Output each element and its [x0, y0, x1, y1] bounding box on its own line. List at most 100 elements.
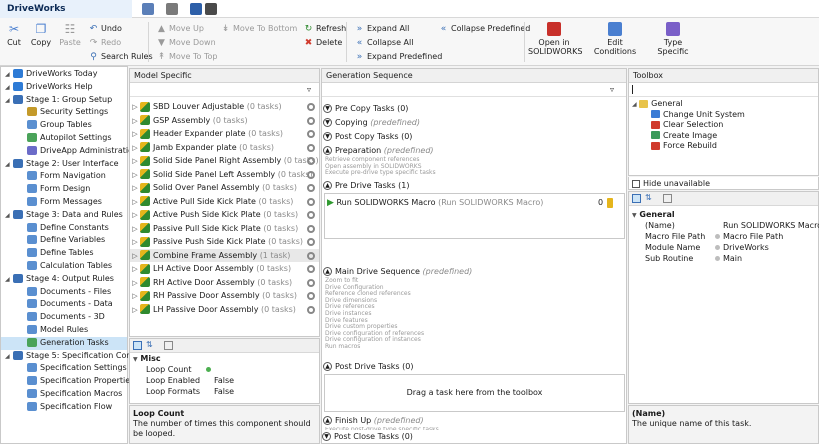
nav-item[interactable]: Define Variables [1, 234, 127, 247]
component-row[interactable]: ▷ SBD Louver Adjustable (0 tasks) [130, 100, 319, 114]
expand-icon[interactable]: ▷ [130, 196, 140, 210]
component-row[interactable]: ▷ Header Expander plate (0 tasks) [130, 127, 319, 141]
collapse-icon[interactable]: ▼ [323, 104, 332, 113]
delete-button[interactable]: ✖ Delete [303, 36, 343, 49]
pre-copy-tasks[interactable]: ▼ Pre Copy Tasks (0) [323, 102, 408, 115]
property-row[interactable]: Macro File Path Macro File Path [629, 231, 818, 242]
hide-unavailable-row[interactable]: Hide unavailable [628, 177, 819, 190]
nav-item[interactable]: Calculation Tables [1, 260, 127, 273]
gear-icon[interactable] [307, 116, 315, 125]
post-close-tasks[interactable]: ▼ Post Close Tasks (0) [322, 430, 626, 443]
expand-icon[interactable]: ▲ [323, 362, 332, 371]
toolbox-item[interactable]: Create Image [651, 131, 818, 142]
gear-icon[interactable] [307, 184, 315, 192]
collapse-icon[interactable]: ◢ [5, 82, 13, 95]
collapse-icon[interactable]: ◢ [5, 210, 13, 223]
toolbox-item[interactable]: Clear Selection [651, 120, 818, 131]
paste-button[interactable]: ☷ Paste [57, 22, 83, 64]
property-row[interactable]: (Name) Run SOLIDWORKS Macro [629, 220, 819, 231]
layout-icon[interactable] [142, 3, 154, 15]
collapse-icon[interactable]: ▼ [323, 132, 332, 141]
move-to-bottom-button[interactable]: ↡ Move To Bottom [220, 22, 298, 35]
expand-icon[interactable]: ▷ [130, 209, 140, 223]
collapse-icon[interactable]: ◢ [632, 101, 637, 108]
nav-item[interactable]: Documents - Files [1, 286, 127, 299]
redo-button[interactable]: ↷ Redo [88, 36, 121, 49]
move-up-button[interactable]: ▲ Move Up [156, 22, 204, 35]
post-drive-drop-zone[interactable]: Drag a task here from the toolbox [324, 374, 625, 412]
nav-item[interactable]: Security Settings [1, 106, 127, 119]
component-row[interactable]: ▷ Combine Frame Assembly (1 task) [130, 248, 319, 264]
toolbox-item[interactable]: Change Unit System [651, 110, 818, 121]
collapse-all-button[interactable]: « Collapse All [354, 36, 414, 49]
nav-item[interactable]: ◢ Stage 5: Specification Control [1, 350, 145, 364]
nav-item[interactable]: Documents - Data [1, 298, 127, 311]
undo-button[interactable]: ↶ Undo [88, 22, 122, 35]
expand-all-button[interactable]: » Expand All [354, 22, 410, 35]
nav-item[interactable]: Specification Flow [1, 401, 127, 414]
nav-item[interactable]: Model Rules [1, 324, 127, 337]
gear-icon[interactable] [307, 251, 315, 260]
expand-icon[interactable]: ▷ [130, 250, 140, 264]
gear-icon[interactable] [307, 278, 315, 287]
component-row[interactable]: ▷ Passive Push Side Kick Plate (0 tasks) [130, 235, 319, 249]
alphabetical-icon[interactable]: ⇅ [645, 193, 652, 202]
toolbox-item[interactable]: Force Rebuild [651, 141, 818, 152]
expand-icon[interactable]: ▷ [130, 263, 140, 277]
nav-item[interactable]: ◢ Stage 3: Data and Rules [1, 209, 127, 222]
nav-item[interactable]: Specification Macros [1, 388, 127, 401]
nav-item[interactable]: Define Tables [1, 247, 127, 260]
expand-icon[interactable]: ▲ [323, 146, 332, 155]
nav-item[interactable]: DriveApp Administration [1, 145, 138, 158]
gear-icon[interactable] [307, 157, 315, 165]
move-down-button[interactable]: ▼ Move Down [156, 36, 216, 49]
expand-icon[interactable]: ▷ [130, 290, 140, 304]
categorized-icon[interactable] [133, 341, 142, 350]
collapse-icon[interactable]: ◢ [5, 69, 13, 82]
property-row[interactable]: Module Name DriveWorks [629, 242, 818, 253]
collapse-icon[interactable]: ▼ [322, 432, 331, 441]
expand-icon[interactable]: ▷ [130, 223, 140, 237]
cut-button[interactable]: ✂ Cut [3, 22, 25, 64]
component-row[interactable]: ▷ Solid Side Panel Left Assembly (0 tasks… [130, 168, 319, 182]
nav-item[interactable]: Specification Settings [1, 362, 127, 375]
collapse-icon[interactable]: ▼ [632, 212, 637, 219]
component-row[interactable]: ▷ LH Passive Door Assembly (0 tasks) [130, 303, 319, 317]
move-to-top-button[interactable]: ↟ Move To Top [156, 50, 218, 63]
expand-icon[interactable]: ▲ [323, 267, 332, 276]
collapse-icon[interactable]: ▼ [323, 118, 332, 127]
gear-icon[interactable] [307, 265, 315, 273]
alphabetical-icon[interactable]: ⇅ [146, 340, 153, 349]
expand-icon[interactable]: ▷ [130, 128, 140, 142]
component-row[interactable]: ▷ Jamb Expander plate (0 tasks) [130, 141, 319, 155]
nav-item[interactable]: Form Messages [1, 196, 127, 209]
expand-icon[interactable]: ▷ [130, 277, 140, 291]
post-drive-tasks[interactable]: ▲ Post Drive Tasks (0) [323, 360, 413, 373]
gear-icon[interactable] [307, 305, 315, 314]
expand-icon[interactable]: ▲ [323, 181, 332, 190]
expand-icon[interactable]: ▲ [323, 416, 332, 425]
component-row[interactable]: ▷ Passive Pull Side Kick Plate (0 tasks) [130, 222, 319, 236]
expand-icon[interactable]: ▷ [130, 304, 140, 318]
gear-icon[interactable] [307, 103, 315, 111]
condition-icon[interactable] [607, 198, 613, 208]
nav-item[interactable]: Form Navigation [1, 170, 127, 183]
toolbox-group-general[interactable]: ◢ General [629, 99, 818, 110]
nav-item[interactable]: Documents - 3D [1, 311, 127, 324]
nav-item[interactable]: Define Constants [1, 222, 127, 235]
tools-icon[interactable] [166, 3, 178, 15]
nav-item[interactable]: ◢ DriveWorks Help [1, 81, 127, 94]
finish-up-stage[interactable]: ▲ Finish Up (predefined) [323, 414, 424, 427]
component-row[interactable]: ▷ RH Active Door Assembly (0 tasks) [130, 276, 319, 290]
gear-icon[interactable] [307, 238, 315, 246]
post-copy-tasks[interactable]: ▼ Post Copy Tasks (0) [323, 130, 412, 143]
collapse-icon[interactable]: ◢ [5, 159, 13, 172]
expand-icon[interactable]: ▷ [130, 155, 140, 169]
component-row[interactable]: ▷ Active Push Side Kick Plate (0 tasks) [130, 208, 319, 222]
collapse-icon[interactable]: ▼ [133, 356, 138, 363]
nav-item[interactable]: Generation Tasks [1, 336, 127, 350]
gear-icon[interactable] [307, 211, 315, 219]
collapse-icon[interactable]: ◢ [5, 351, 13, 364]
property-row[interactable]: Sub Routine Main [629, 253, 818, 264]
property-pages-icon[interactable] [164, 341, 173, 350]
